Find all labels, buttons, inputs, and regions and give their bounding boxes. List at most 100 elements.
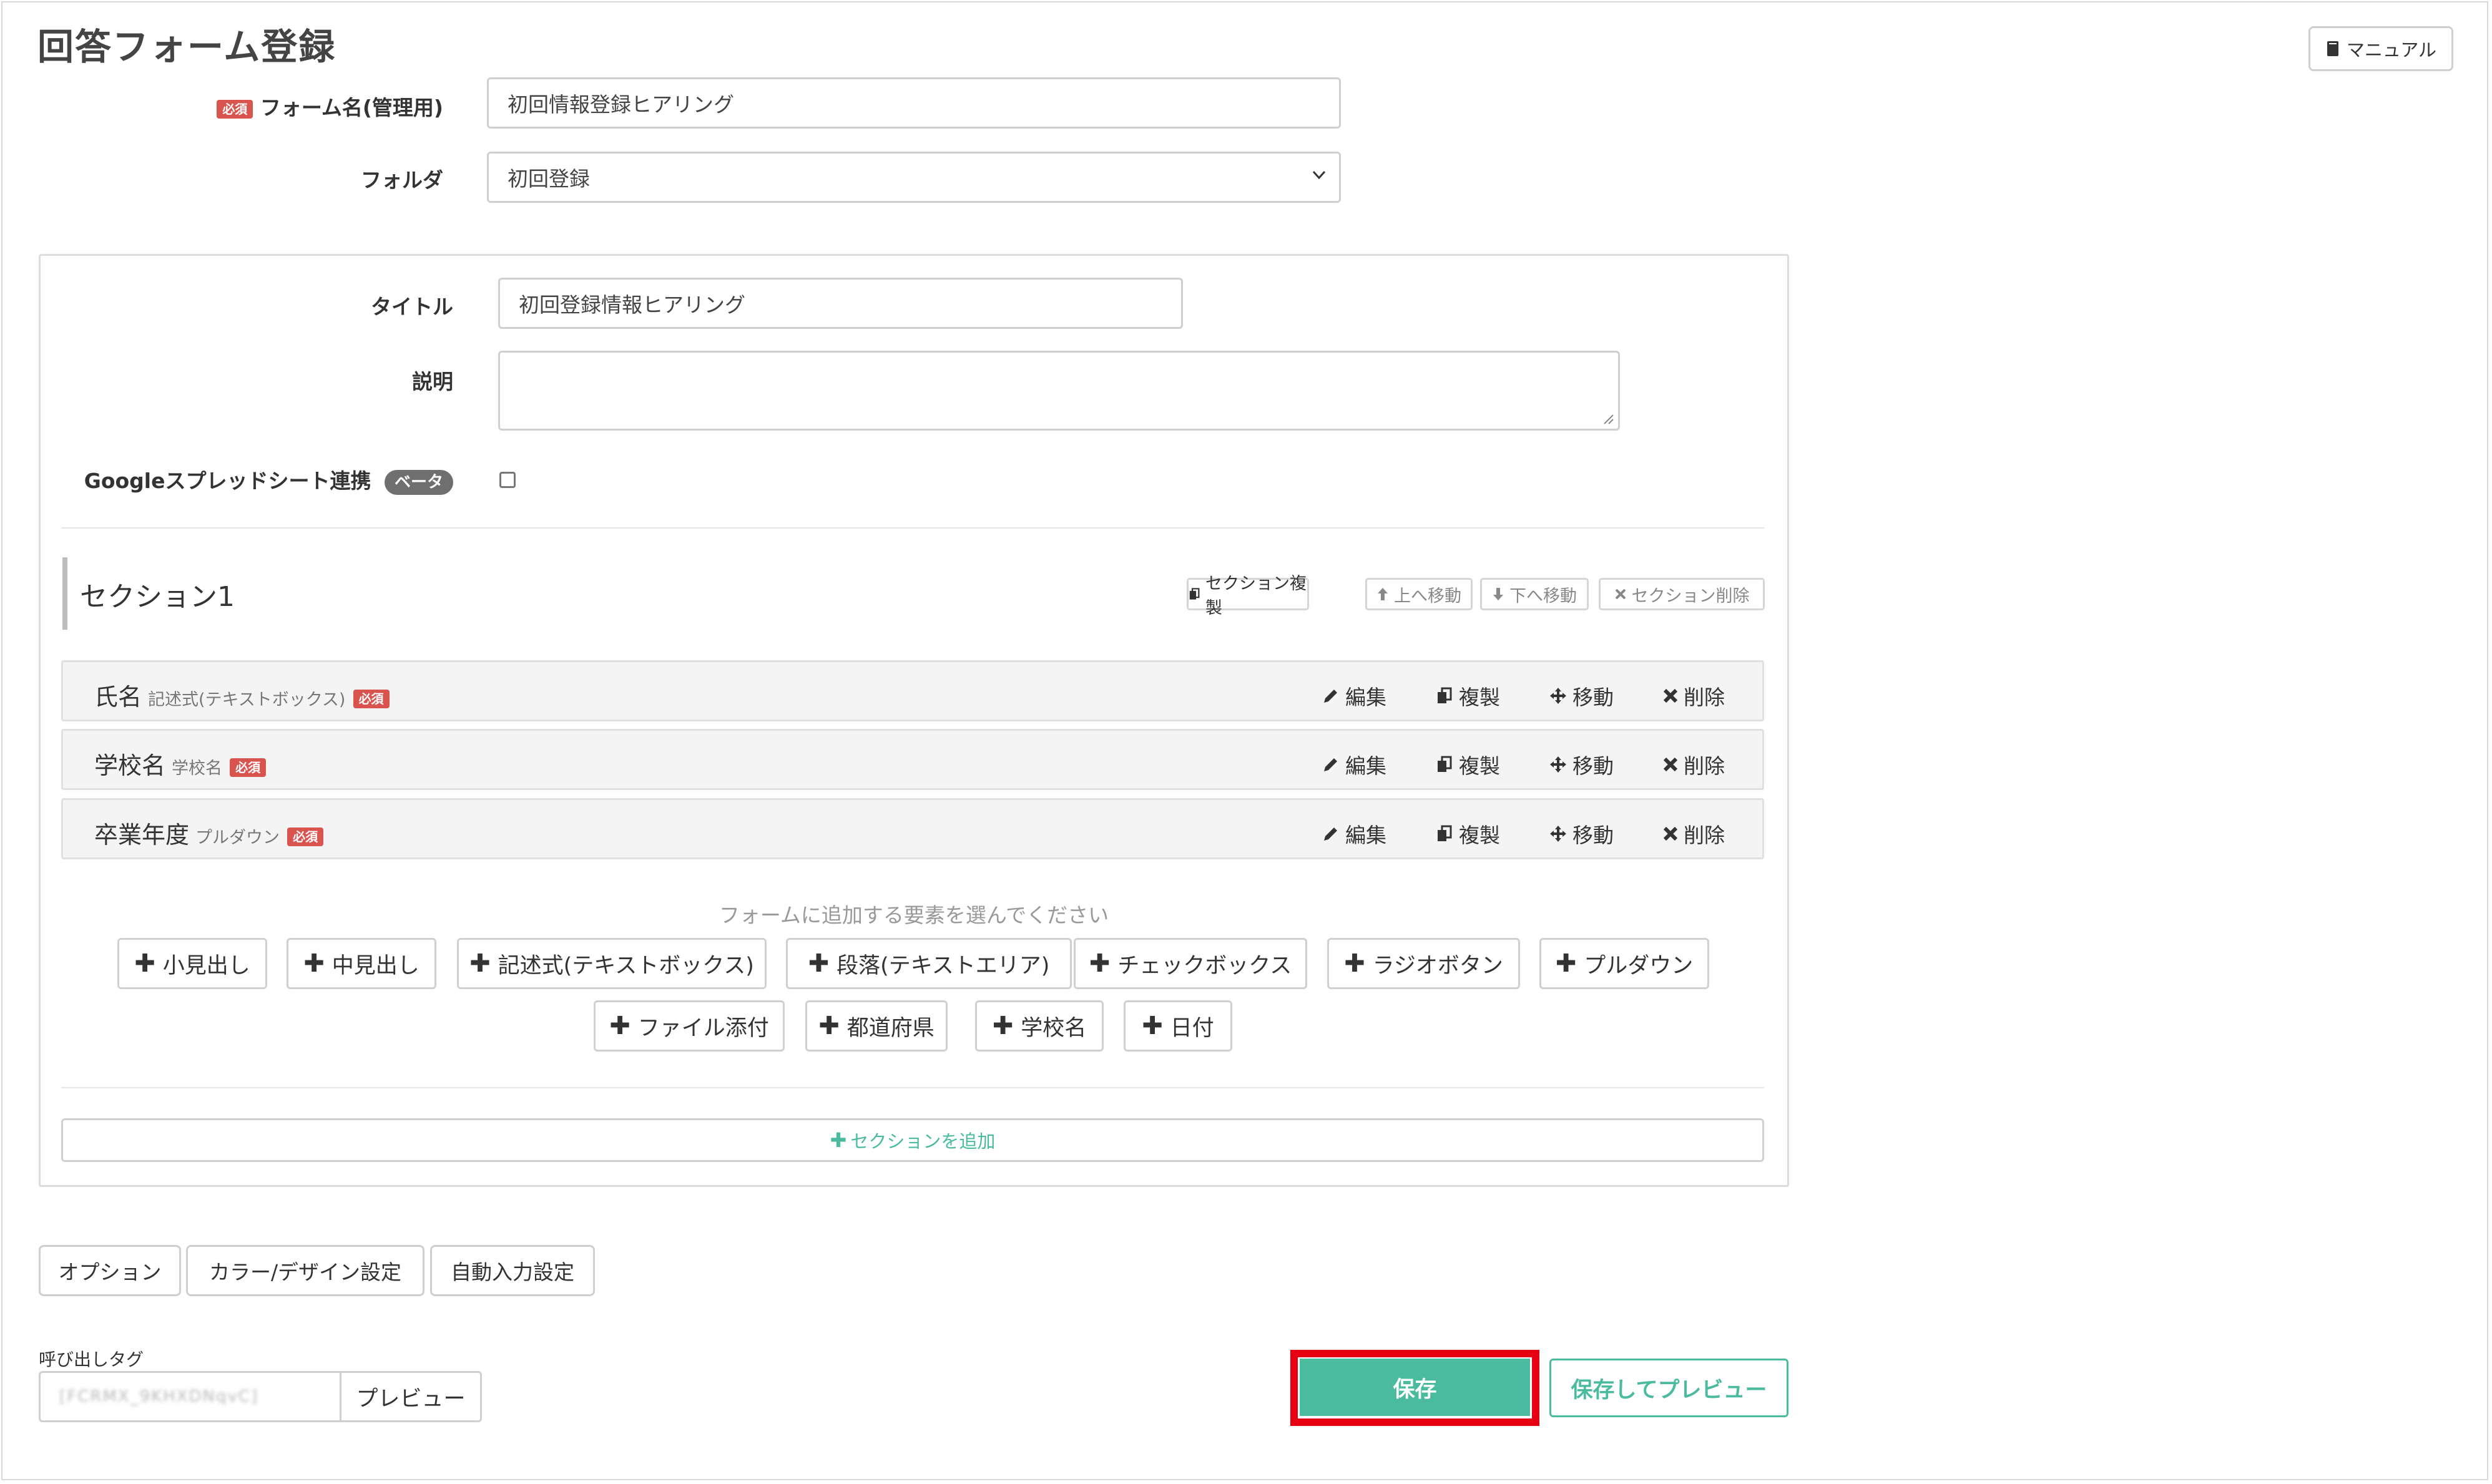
form-name-input[interactable]: 初回情報登録ヒアリング [487,77,1341,129]
add-section-label: セクションを追加 [850,1131,996,1152]
form-item-row[interactable]: 卒業年度 プルダウン 必須 編集 複製 移動 削除 [61,798,1764,859]
plus-icon: ✚ [469,949,491,978]
add-heading-medium-button[interactable]: ✚ 中見出し [287,938,436,989]
form-item-row[interactable]: 学校名 学校名 必須 編集 複製 移動 削除 [61,729,1764,790]
add-prefecture-button[interactable]: ✚ 都道府県 [805,1000,948,1052]
copy-icon [1438,756,1452,772]
beta-badge: ベータ [384,469,453,495]
title-value: 初回登録情報ヒアリング [519,293,745,317]
divider [61,527,1764,529]
required-badge: 必須 [353,689,390,708]
add-element-label: ラジオボタン [1372,953,1503,979]
form-item-title: 卒業年度 プルダウン 必須 [94,816,324,850]
add-checkbox-button[interactable]: ✚ チェックボックス [1074,938,1307,989]
duplicate-label: 複製 [1459,685,1500,710]
form-item-type: 記述式(テキストボックス) [148,690,346,710]
options-button[interactable]: オプション [39,1245,181,1296]
duplicate-label: 複製 [1459,754,1500,778]
google-sheets-label-group: Googleスプレッドシート連携 ベータ [56,464,453,495]
autofill-settings-button[interactable]: 自動入力設定 [430,1245,595,1296]
edit-button[interactable]: 編集 [1322,819,1386,849]
move-button[interactable]: 移動 [1549,819,1614,849]
close-icon [1663,757,1678,772]
title-label: タイトル [371,295,453,319]
move-section-down-button[interactable]: 下へ移動 [1480,578,1589,610]
add-dropdown-button[interactable]: ✚ プルダウン [1539,938,1709,989]
copy-icon [1438,687,1452,703]
delete-section-button[interactable]: セクション削除 [1599,578,1765,610]
manual-button[interactable]: マニュアル [2308,26,2453,71]
description-textarea[interactable] [498,351,1620,431]
book-icon [2327,41,2338,56]
form-item-actions: 編集 複製 移動 削除 [1322,681,1725,711]
call-tag-input[interactable]: [FCRMX_9KHXDNqvC] [39,1371,341,1422]
color-design-label: カラー/デザイン設定 [208,1260,402,1284]
form-name-label: フォーム名(管理用) [260,95,443,120]
plus-icon: ✚ [1142,1012,1163,1040]
arrow-up-icon [1378,588,1388,600]
save-and-preview-button[interactable]: 保存してプレビュー [1549,1359,1788,1417]
title-input[interactable]: 初回登録情報ヒアリング [498,278,1183,329]
plus-icon: ✚ [808,949,830,978]
duplicate-label: 複製 [1459,823,1500,847]
edit-button[interactable]: 編集 [1322,681,1386,711]
google-sheets-checkbox[interactable] [499,472,516,488]
tag-preview-button[interactable]: プレビュー [340,1371,482,1422]
delete-button[interactable]: 削除 [1662,819,1725,849]
folder-select[interactable]: 初回登録 [487,152,1341,203]
autofill-label: 自動入力設定 [451,1260,574,1284]
duplicate-button[interactable]: 複製 [1435,749,1500,779]
form-item-type: プルダウン [195,828,280,847]
edit-button[interactable]: 編集 [1322,749,1386,779]
move-label: 移動 [1572,754,1614,778]
delete-button[interactable]: 削除 [1662,681,1725,711]
move-arrows-icon [1550,756,1566,773]
resize-handle-icon[interactable] [1602,412,1614,425]
close-icon [1663,826,1678,841]
add-element-label: チェックボックス [1117,953,1292,979]
form-item-name: 卒業年度 [94,821,190,849]
move-label: 移動 [1572,823,1614,847]
add-element-hint: フォームに追加する要素を選んでください [719,903,1109,927]
add-radio-button[interactable]: ✚ ラジオボタン [1327,938,1520,989]
add-textbox-button[interactable]: ✚ 記述式(テキストボックス) [457,938,767,989]
add-heading-small-button[interactable]: ✚ 小見出し [117,938,267,989]
form-item-actions: 編集 複製 移動 削除 [1322,749,1725,779]
edit-label: 編集 [1345,823,1386,847]
form-item-name: 氏名 [94,683,142,711]
save-preview-label: 保存してプレビュー [1571,1377,1767,1403]
plus-icon: ✚ [134,949,155,978]
form-item-row[interactable]: 氏名 記述式(テキストボックス) 必須 編集 複製 移動 削除 [61,660,1764,721]
move-arrows-icon [1550,688,1566,704]
duplicate-button[interactable]: 複製 [1435,681,1500,711]
copy-section-label: セクション複製 [1205,574,1307,618]
move-up-label: 上へ移動 [1394,586,1461,606]
close-icon [1663,688,1678,703]
add-textarea-button[interactable]: ✚ 段落(テキストエリア) [786,938,1072,989]
move-section-up-button[interactable]: 上へ移動 [1365,578,1473,610]
copy-section-button[interactable]: セクション複製 [1187,574,1309,618]
delete-label: 削除 [1684,823,1725,847]
color-design-button[interactable]: カラー/デザイン設定 [186,1245,424,1296]
add-element-label: 都道府県 [846,1015,934,1041]
pencil-icon [1324,827,1337,841]
plus-icon: ✚ [818,1012,840,1040]
duplicate-button[interactable]: 複製 [1435,819,1500,849]
edit-label: 編集 [1345,685,1386,710]
add-file-button[interactable]: ✚ ファイル添付 [594,1000,785,1052]
google-sheets-label: Googleスプレッドシート連携 [84,469,371,493]
form-name-value: 初回情報登録ヒアリング [508,92,734,117]
move-button[interactable]: 移動 [1549,681,1614,711]
delete-button[interactable]: 削除 [1662,749,1725,779]
move-button[interactable]: 移動 [1549,749,1614,779]
folder-label: フォルダ [361,168,443,192]
add-school-button[interactable]: ✚ 学校名 [975,1000,1104,1052]
add-section-button[interactable]: ✚ セクションを追加 [61,1118,1764,1162]
save-button[interactable]: 保存 [1300,1359,1530,1416]
section-title: セクション1 [80,581,235,613]
plus-icon: ✚ [992,1012,1014,1040]
plus-icon: ✚ [830,1128,847,1152]
plus-icon: ✚ [1089,949,1111,978]
add-date-button[interactable]: ✚ 日付 [1124,1000,1232,1052]
add-element-label: 日付 [1170,1015,1214,1041]
